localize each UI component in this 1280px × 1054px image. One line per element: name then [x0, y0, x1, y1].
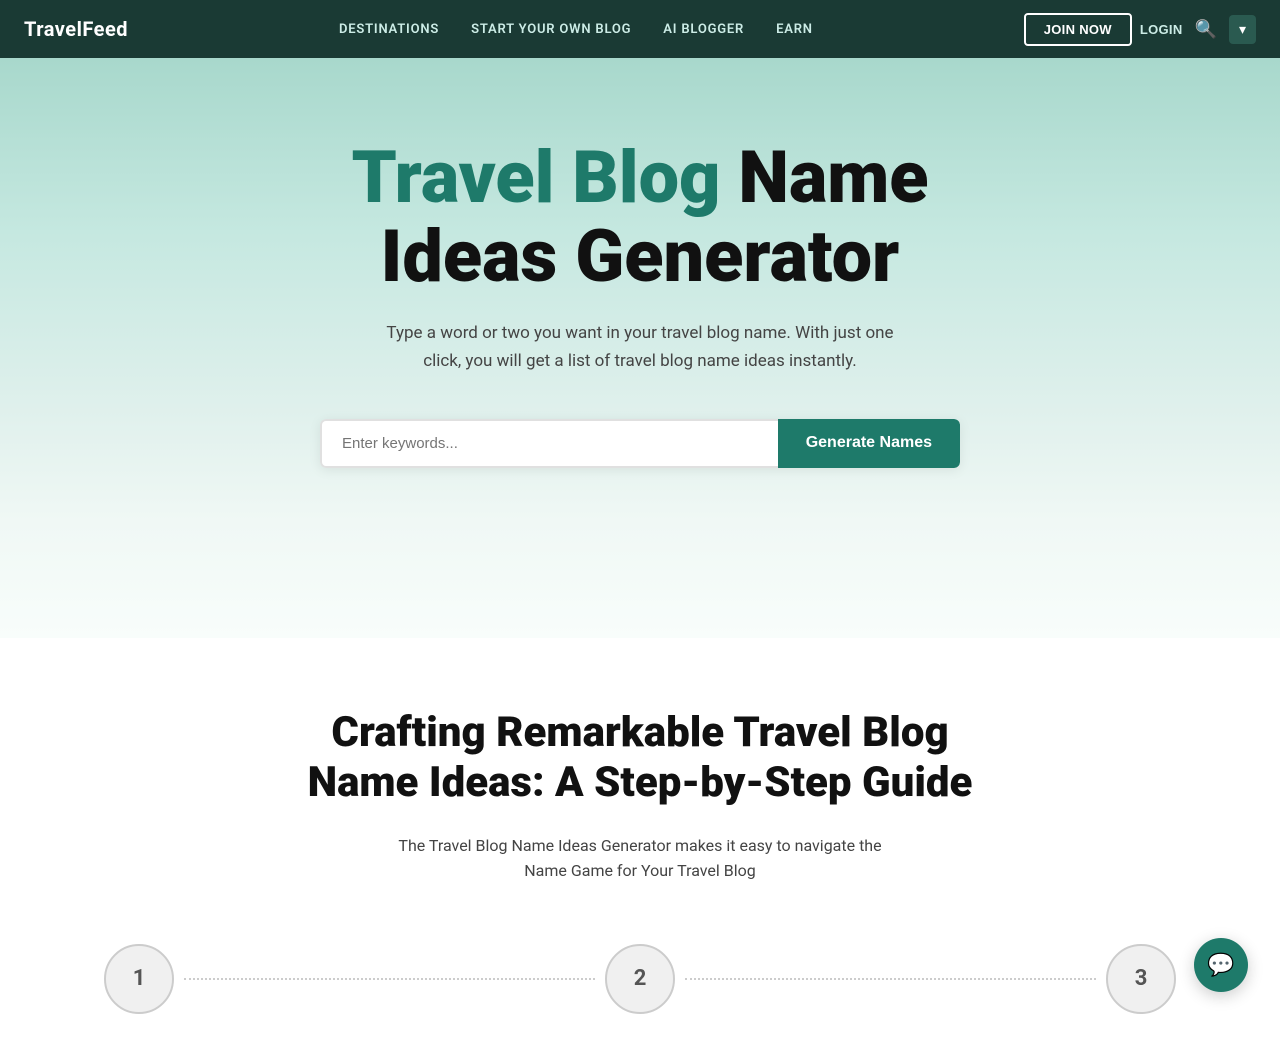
chat-icon: 💬 [1207, 952, 1234, 978]
guide-title: Crafting Remarkable Travel BlogName Idea… [308, 708, 973, 809]
hero-subtitle: Type a word or two you want in your trav… [370, 320, 910, 374]
generate-names-button[interactable]: Generate Names [778, 419, 960, 468]
guide-section: Crafting Remarkable Travel BlogName Idea… [0, 638, 1280, 1054]
step-connector-1-2 [184, 978, 595, 980]
main-nav: DESTINATIONS START YOUR OWN BLOG AI BLOG… [339, 22, 813, 37]
search-button[interactable]: 🔍 [1191, 15, 1221, 44]
step-circle-2: 2 [605, 944, 675, 1014]
site-logo: TravelFeed [24, 17, 128, 41]
search-icon: 🔍 [1195, 19, 1217, 40]
login-button[interactable]: LOGIN [1140, 22, 1183, 37]
step-2: 2 [605, 944, 675, 1014]
dropdown-button[interactable]: ▾ [1229, 15, 1256, 44]
hero-section: Travel Blog NameIdeas Generator Type a w… [0, 58, 1280, 638]
steps-row: 1 2 3 [24, 944, 1256, 1014]
nav-item-start-blog[interactable]: START YOUR OWN BLOG [471, 22, 631, 37]
nav-item-destinations[interactable]: DESTINATIONS [339, 22, 439, 37]
step-circle-3: 3 [1106, 944, 1176, 1014]
guide-subtitle: The Travel Blog Name Ideas Generator mak… [398, 833, 881, 884]
nav-item-ai-blogger[interactable]: AI BLOGGER [663, 22, 744, 37]
hero-title-highlight: Travel Blog [352, 135, 721, 220]
keyword-search-bar: Generate Names [320, 419, 960, 468]
step-circle-1: 1 [104, 944, 174, 1014]
nav-item-earn[interactable]: EARN [776, 22, 813, 37]
chevron-down-icon: ▾ [1239, 21, 1246, 38]
join-now-button[interactable]: JOIN NOW [1024, 13, 1132, 46]
header-actions: JOIN NOW LOGIN 🔍 ▾ [1024, 13, 1256, 46]
step-3: 3 [1106, 944, 1176, 1014]
chat-button[interactable]: 💬 [1194, 938, 1248, 992]
step-connector-2-3 [685, 978, 1096, 980]
step-1: 1 [104, 944, 174, 1014]
hero-title: Travel Blog NameIdeas Generator [352, 138, 929, 296]
keywords-input[interactable] [320, 419, 778, 468]
